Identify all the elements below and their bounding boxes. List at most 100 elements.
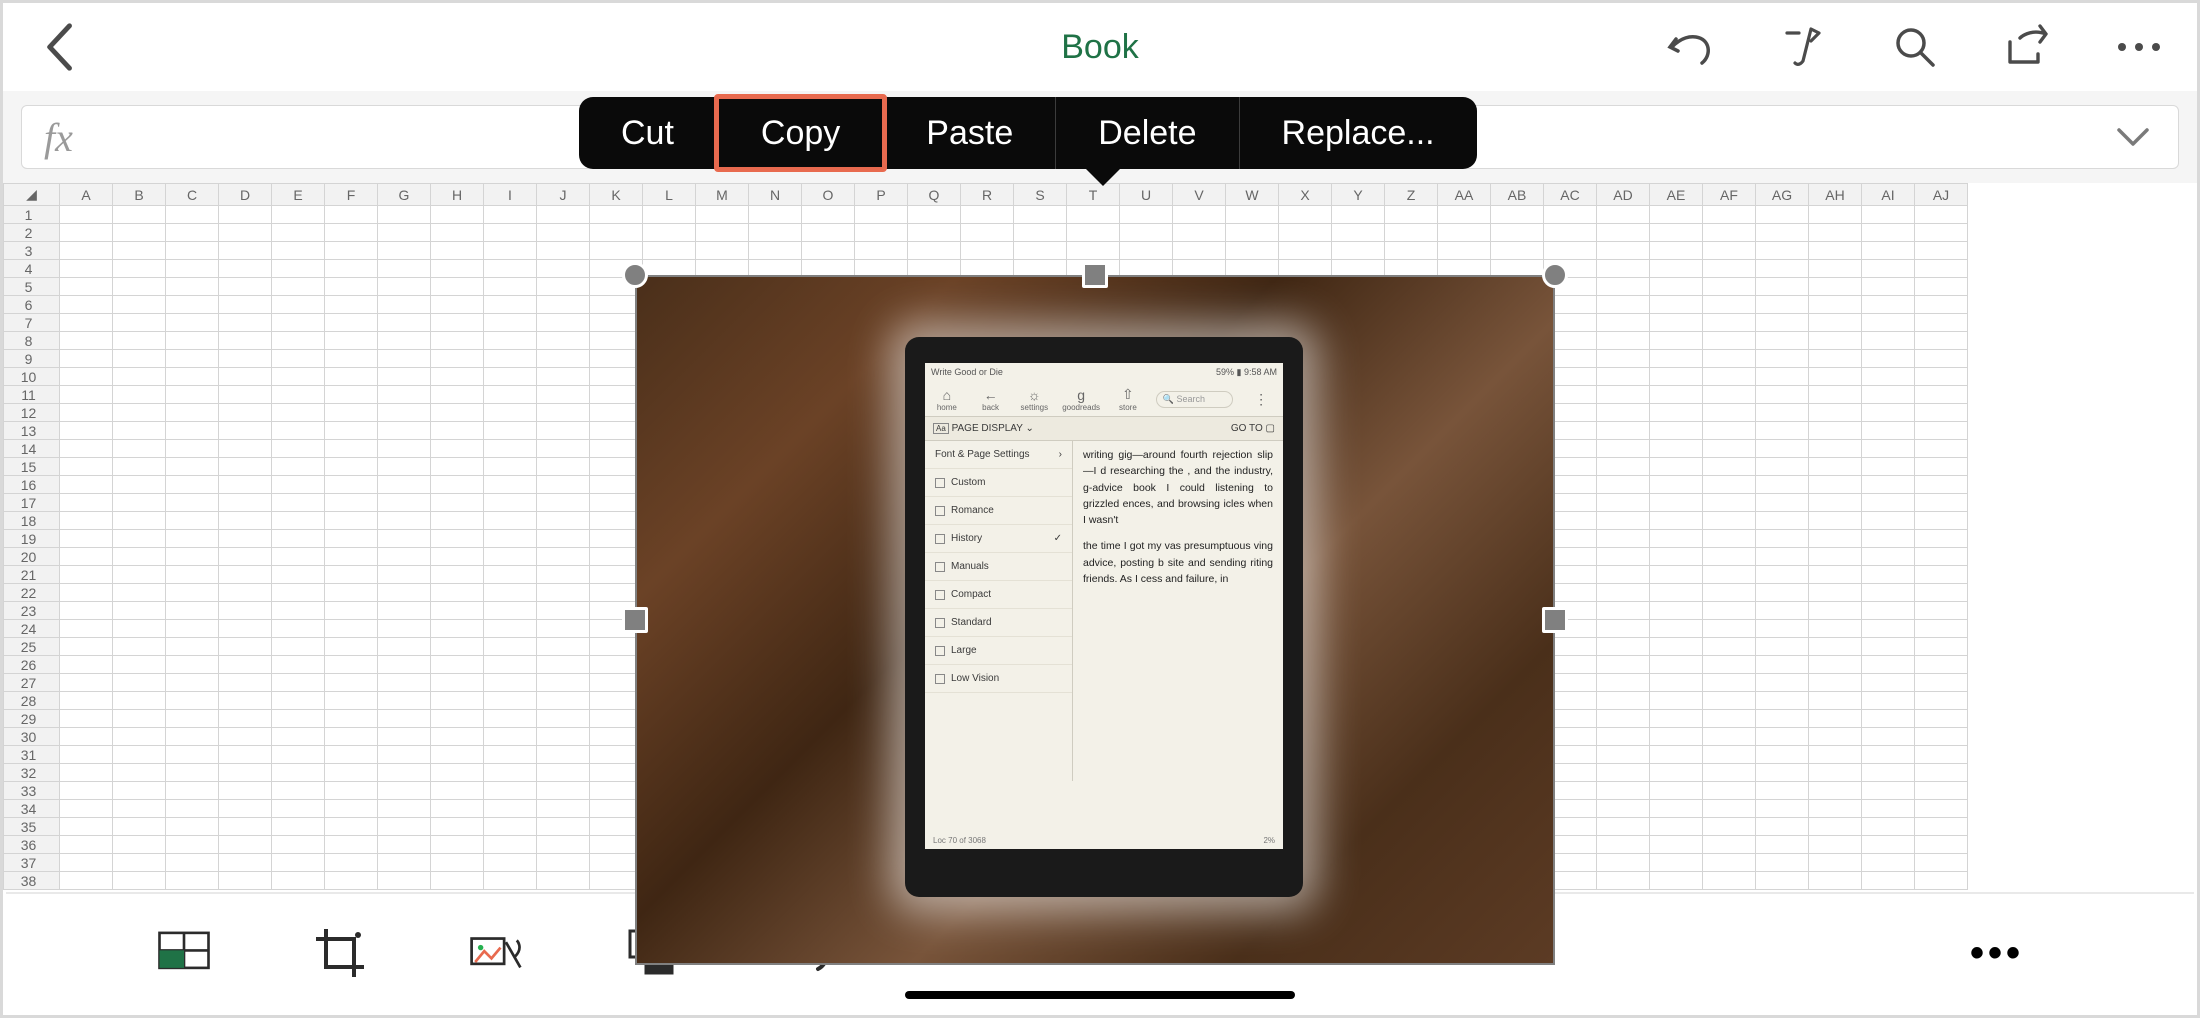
row-header[interactable]: 37 [4, 854, 60, 872]
row-header[interactable]: 28 [4, 692, 60, 710]
cell[interactable] [1650, 440, 1703, 458]
cell[interactable] [1915, 476, 1968, 494]
cell[interactable] [1862, 692, 1915, 710]
row-header[interactable]: 16 [4, 476, 60, 494]
cell[interactable] [1915, 512, 1968, 530]
cell[interactable] [60, 836, 113, 854]
cell[interactable] [431, 386, 484, 404]
cell[interactable] [378, 602, 431, 620]
cell[interactable] [1809, 620, 1862, 638]
cell[interactable] [1915, 368, 1968, 386]
cell[interactable] [1703, 836, 1756, 854]
cell[interactable] [325, 422, 378, 440]
context-menu-replace[interactable]: Replace... [1240, 97, 1477, 169]
cell[interactable] [1809, 656, 1862, 674]
cell[interactable] [1226, 206, 1279, 224]
cell[interactable] [1915, 206, 1968, 224]
column-header[interactable]: C [166, 184, 219, 206]
cell[interactable] [484, 242, 537, 260]
cell[interactable] [1597, 404, 1650, 422]
cell[interactable] [1703, 206, 1756, 224]
cell[interactable] [378, 530, 431, 548]
cell[interactable] [219, 692, 272, 710]
cell[interactable] [60, 710, 113, 728]
cell[interactable] [325, 584, 378, 602]
cell[interactable] [219, 314, 272, 332]
cell[interactable] [431, 566, 484, 584]
cell[interactable] [1703, 800, 1756, 818]
cell[interactable] [113, 260, 166, 278]
cell[interactable] [1597, 206, 1650, 224]
cell[interactable] [219, 710, 272, 728]
cell[interactable] [113, 746, 166, 764]
cell[interactable] [1862, 314, 1915, 332]
cell[interactable] [1650, 296, 1703, 314]
cell[interactable] [1756, 476, 1809, 494]
cell[interactable] [219, 836, 272, 854]
cell[interactable] [1915, 800, 1968, 818]
cell[interactable] [166, 350, 219, 368]
cell[interactable] [961, 242, 1014, 260]
cell[interactable] [1597, 764, 1650, 782]
cell[interactable] [484, 620, 537, 638]
cell[interactable] [1597, 692, 1650, 710]
cell[interactable] [1597, 584, 1650, 602]
cell[interactable] [1862, 386, 1915, 404]
cell[interactable] [908, 242, 961, 260]
cell[interactable] [1809, 584, 1862, 602]
cell[interactable] [325, 620, 378, 638]
cell[interactable] [1862, 224, 1915, 242]
cell[interactable] [1915, 656, 1968, 674]
cell[interactable] [272, 674, 325, 692]
column-header[interactable]: N [749, 184, 802, 206]
cell[interactable] [1597, 296, 1650, 314]
cell[interactable] [378, 278, 431, 296]
cell[interactable] [749, 224, 802, 242]
cell[interactable] [166, 836, 219, 854]
cell[interactable] [1862, 638, 1915, 656]
cell[interactable] [537, 836, 590, 854]
cell[interactable] [166, 764, 219, 782]
cell[interactable] [1226, 224, 1279, 242]
cell[interactable] [325, 692, 378, 710]
cell[interactable] [60, 656, 113, 674]
cell[interactable] [1809, 638, 1862, 656]
row-header[interactable]: 35 [4, 818, 60, 836]
row-header[interactable]: 10 [4, 368, 60, 386]
cell[interactable] [537, 206, 590, 224]
cell[interactable] [1809, 566, 1862, 584]
cell[interactable] [1650, 242, 1703, 260]
row-header[interactable]: 8 [4, 332, 60, 350]
cell[interactable] [1809, 818, 1862, 836]
cell[interactable] [378, 296, 431, 314]
column-header[interactable]: AG [1756, 184, 1809, 206]
cell[interactable] [1862, 512, 1915, 530]
cell[interactable] [1597, 350, 1650, 368]
cell[interactable] [1067, 242, 1120, 260]
cell[interactable] [1809, 548, 1862, 566]
cell[interactable] [1915, 872, 1968, 890]
cell[interactable] [1597, 620, 1650, 638]
row-header[interactable]: 23 [4, 602, 60, 620]
cell[interactable] [484, 260, 537, 278]
cell[interactable] [1756, 368, 1809, 386]
cell[interactable] [1491, 242, 1544, 260]
cell[interactable] [272, 512, 325, 530]
cell[interactable] [1597, 440, 1650, 458]
cell[interactable] [855, 224, 908, 242]
cell[interactable] [60, 278, 113, 296]
cell[interactable] [1703, 296, 1756, 314]
cell[interactable] [484, 602, 537, 620]
cell[interactable] [1756, 728, 1809, 746]
cell[interactable] [113, 458, 166, 476]
cell[interactable] [166, 674, 219, 692]
cell[interactable] [1862, 602, 1915, 620]
resize-handle-tm[interactable] [1082, 262, 1108, 288]
cell[interactable] [1650, 548, 1703, 566]
cell[interactable] [855, 206, 908, 224]
search-icon[interactable] [1887, 19, 1943, 75]
column-header[interactable]: U [1120, 184, 1173, 206]
cell[interactable] [60, 818, 113, 836]
cell[interactable] [1915, 566, 1968, 584]
cell[interactable] [219, 368, 272, 386]
